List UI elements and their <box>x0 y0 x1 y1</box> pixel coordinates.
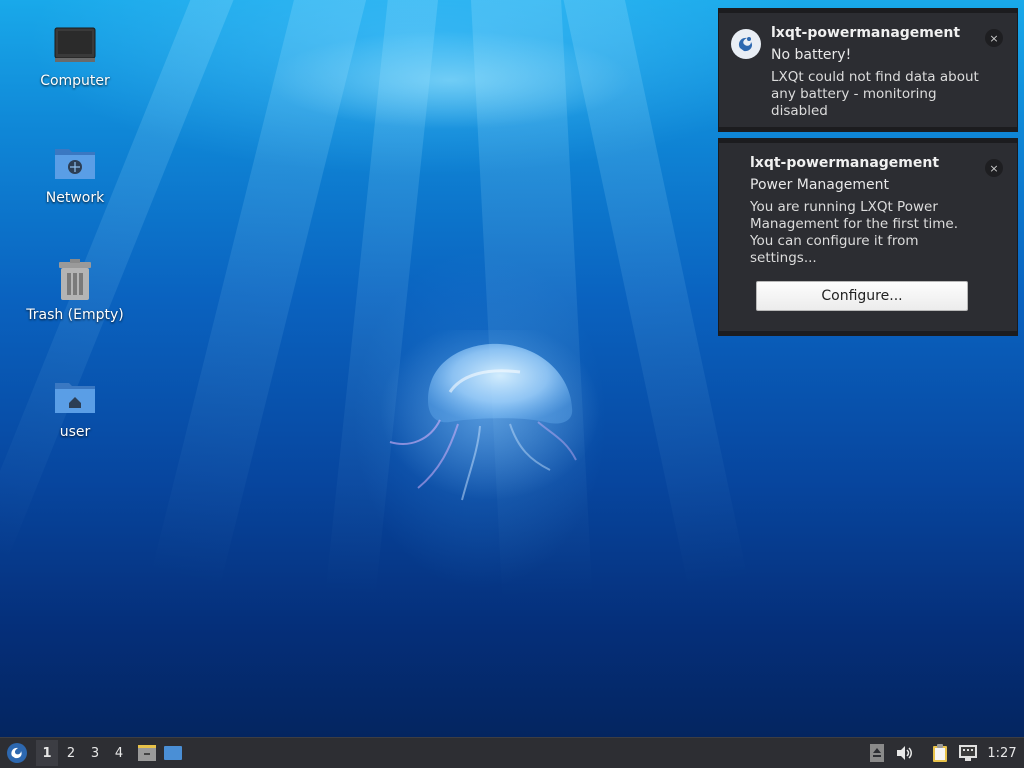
wired-network-icon <box>959 745 977 761</box>
workspace-4-button[interactable]: 4 <box>108 740 130 766</box>
jellyfish-wallpaper-image <box>380 330 600 501</box>
workspace-3-button[interactable]: 3 <box>84 740 106 766</box>
desktop-icon <box>164 746 182 760</box>
notification-summary: No battery! <box>771 47 852 63</box>
desktop-icon-network[interactable]: Network <box>20 139 130 206</box>
notification-app-name: lxqt-powermanagement <box>771 25 961 41</box>
file-manager-launcher[interactable] <box>134 740 160 766</box>
configure-button[interactable]: Configure... <box>756 281 968 311</box>
file-cabinet-icon <box>138 745 156 761</box>
workspace-2-button[interactable]: 2 <box>60 740 82 766</box>
notification-power-management[interactable]: lxqt-powermanagement Power Management Yo… <box>718 138 1018 336</box>
computer-icon <box>51 22 99 70</box>
removable-media-button[interactable] <box>864 740 890 766</box>
lxqt-logo-icon <box>731 29 761 59</box>
desktop-icon-label: Trash (Empty) <box>26 307 124 323</box>
desktop-icon-home[interactable]: user <box>20 373 130 440</box>
notification-no-battery[interactable]: lxqt-powermanagement No battery! LXQt co… <box>718 8 1018 132</box>
workspace-switcher: 1 2 3 4 <box>36 740 132 766</box>
lxqt-menu-icon <box>7 743 27 763</box>
notification-app-name: lxqt-powermanagement <box>750 155 940 171</box>
speaker-icon <box>897 746 912 760</box>
notification-body: You are running LXQt Power Management fo… <box>750 199 958 266</box>
notification-body: LXQt could not find data about any batte… <box>771 69 979 119</box>
clipboard-icon <box>933 744 947 762</box>
close-icon[interactable]: × <box>985 159 1003 177</box>
clock[interactable]: 1:27 <box>982 746 1022 761</box>
network-status-button[interactable] <box>954 740 982 766</box>
taskbar: 1 2 3 4 1:27 <box>0 737 1024 768</box>
eject-icon <box>870 744 884 762</box>
desktop-icon-label: user <box>59 424 91 440</box>
close-icon[interactable]: × <box>985 29 1003 47</box>
desktop-icon-label: Network <box>45 190 105 206</box>
workspace-1-button[interactable]: 1 <box>36 740 58 766</box>
main-menu-button[interactable] <box>2 740 32 766</box>
volume-button[interactable] <box>890 740 920 766</box>
notification-summary: Power Management <box>750 177 890 193</box>
desktop-icon-computer[interactable]: Computer <box>20 22 130 89</box>
home-folder-icon <box>51 373 99 421</box>
network-folder-icon <box>51 139 99 187</box>
trash-icon <box>51 256 99 304</box>
show-desktop-button[interactable] <box>160 740 186 766</box>
desktop-icon-trash[interactable]: Trash (Empty) <box>20 256 130 323</box>
clipboard-button[interactable] <box>926 740 954 766</box>
desktop-icon-label: Computer <box>40 73 110 89</box>
